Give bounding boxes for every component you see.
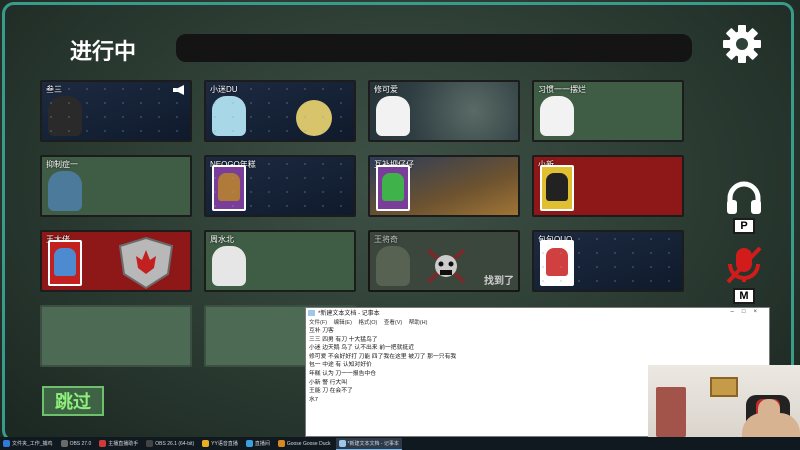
notepad-icon xyxy=(308,310,315,316)
notepad-menu: 文件(F) 编辑(E) 格式(O) 查看(V) 帮助(H) xyxy=(306,318,769,326)
goose-avatar xyxy=(212,96,246,136)
player-card xyxy=(540,165,574,211)
goose-avatar xyxy=(48,171,82,211)
text-line: 修可爱 不会好好打 刀能 四了我在这里 被刀了 那一只有我 xyxy=(309,353,457,360)
player-tile[interactable]: 王大佬 xyxy=(40,230,192,292)
webcam-feed xyxy=(648,365,800,442)
player-tile-dead[interactable]: 王将奇 找到了 xyxy=(368,230,520,292)
notepad-titlebar[interactable]: *新建文本文档 - 记事本 –□× xyxy=(306,308,769,318)
mic-hotkey: M xyxy=(733,288,755,304)
player-tile[interactable]: 小新 xyxy=(532,155,684,217)
player-tile[interactable]: 修可爱 xyxy=(368,80,520,142)
found-label: 找到了 xyxy=(484,276,514,287)
menu-file[interactable]: 文件(F) xyxy=(309,320,327,326)
menu-help[interactable]: 帮助(H) xyxy=(409,320,428,326)
webcam-wall-frame xyxy=(710,377,738,397)
window-controls[interactable]: –□× xyxy=(731,309,765,315)
goose-avatar xyxy=(376,246,410,286)
player-name: 王将奇 xyxy=(374,235,398,244)
taskbar-item[interactable]: 主播直播助手 xyxy=(96,438,141,449)
webcam-shelf xyxy=(656,387,686,437)
text-line: 互补 刀客 xyxy=(309,328,334,334)
player-tile[interactable]: 包包QUQ xyxy=(532,230,684,292)
player-tile[interactable]: 周水北 xyxy=(204,230,356,292)
menu-edit[interactable]: 编辑(E) xyxy=(334,320,352,326)
shield-icon xyxy=(118,236,174,290)
player-name: 习惯一一摆烂 xyxy=(538,85,586,94)
player-name: 包包QUQ xyxy=(538,235,573,244)
skip-button[interactable]: 跳过 xyxy=(42,386,104,416)
headphones-button[interactable]: P xyxy=(724,178,764,234)
dead-goose-icon xyxy=(426,248,466,284)
player-tile[interactable]: 小迷DU xyxy=(204,80,356,142)
taskbar-item[interactable]: 直播间 xyxy=(243,438,273,449)
webcam-person-head xyxy=(758,399,780,425)
text-line: 小迷 边天鹅 鸟了 认不出来 前一把就挺近 xyxy=(309,345,414,352)
goose-avatar xyxy=(48,96,82,136)
player-name: 抑制症一 xyxy=(46,160,78,169)
player-tile[interactable]: 习惯一一摆烂 xyxy=(532,80,684,142)
taskbar-item[interactable]: OBS 27.0 xyxy=(58,438,95,449)
menu-view[interactable]: 查看(V) xyxy=(384,320,402,326)
player-tile[interactable]: 抑制症一 xyxy=(40,155,192,217)
player-tile[interactable]: NEOGO年糕 xyxy=(204,155,356,217)
player-name: 小迷DU xyxy=(210,85,238,94)
player-name: 周水北 xyxy=(210,235,234,244)
player-name: NEOGO年糕 xyxy=(210,160,256,169)
headphones-icon xyxy=(727,181,761,214)
player-tile[interactable]: 互补把仔仔 xyxy=(368,155,520,217)
notepad-title: *新建文本文档 - 记事本 xyxy=(318,311,380,317)
player-tile[interactable]: 叁三 xyxy=(40,80,192,142)
player-name: 叁三 xyxy=(46,85,62,94)
taskbar-item-active[interactable]: *新建文本文档 - 记事本 xyxy=(335,437,402,450)
goose-avatar xyxy=(212,246,246,286)
moon-icon xyxy=(296,100,332,136)
goose-avatar xyxy=(540,96,574,136)
headphones-hotkey: P xyxy=(733,218,755,234)
player-name: 修可爱 xyxy=(374,85,398,94)
taskbar-item[interactable]: YY语音直播 xyxy=(199,438,241,449)
player-card xyxy=(212,165,246,211)
menu-format[interactable]: 格式(O) xyxy=(358,320,377,326)
mic-muted-icon xyxy=(726,246,762,284)
chat-bar[interactable] xyxy=(176,34,692,62)
megaphone-icon xyxy=(173,85,184,95)
gear-icon[interactable] xyxy=(720,22,764,66)
taskbar-item[interactable]: OBS 26.1 (64-bit) xyxy=(143,438,197,449)
page-title: 进行中 xyxy=(70,39,137,64)
goose-avatar xyxy=(376,96,410,136)
empty-slot xyxy=(40,305,192,367)
taskbar-item[interactable]: 文件夹_工作_捕鸡 xyxy=(0,438,56,449)
taskbar: 文件夹_工作_捕鸡 OBS 27.0 主播直播助手 OBS 26.1 (64-b… xyxy=(0,437,800,450)
mic-button[interactable]: M xyxy=(724,244,764,304)
player-card xyxy=(376,165,410,211)
text-line: 三三 四男 有刀 十大猛鸟了 xyxy=(309,336,378,343)
player-card xyxy=(540,240,574,286)
taskbar-item[interactable]: Goose Goose Duck xyxy=(275,438,334,449)
player-card xyxy=(48,240,82,286)
